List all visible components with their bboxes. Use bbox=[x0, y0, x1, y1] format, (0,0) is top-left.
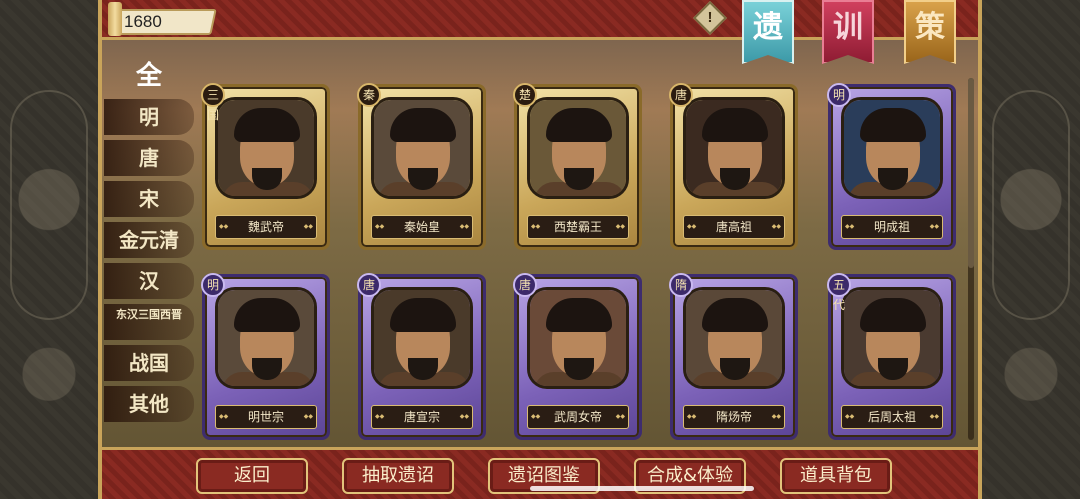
emperor-portrait bbox=[683, 97, 785, 199]
item-bag-button[interactable]: 道具背包 bbox=[780, 458, 892, 494]
currency-value: 1680 bbox=[124, 12, 162, 31]
banner-yi[interactable]: 遗 bbox=[742, 0, 794, 64]
dynasty-badge: 唐 bbox=[513, 273, 537, 297]
emperor-name: 明成祖 bbox=[841, 215, 943, 239]
emperor-card[interactable]: 秦秦始皇 bbox=[357, 83, 486, 250]
back-button[interactable]: 返回 bbox=[196, 458, 308, 494]
dynasty-tabs: 全 明 唐 宋 金元清 汉 东汉三国西晋 战国 其他 bbox=[104, 58, 194, 427]
emperor-card[interactable]: 唐唐宣宗 bbox=[357, 273, 486, 440]
tab-other[interactable]: 其他 bbox=[104, 386, 194, 422]
tab-all[interactable]: 全 bbox=[104, 58, 194, 94]
dynasty-badge: 三国 bbox=[201, 83, 225, 122]
tab-donghan-sanguo-xijin[interactable]: 东汉三国西晋 bbox=[104, 304, 194, 340]
emperor-portrait bbox=[683, 287, 785, 389]
emperor-card[interactable]: 明明世宗 bbox=[201, 273, 330, 440]
emperor-portrait bbox=[215, 287, 317, 389]
emperor-portrait bbox=[215, 97, 317, 199]
emperor-name: 武周女帝 bbox=[527, 405, 629, 429]
dynasty-badge: 明 bbox=[827, 83, 851, 107]
emperor-portrait bbox=[841, 97, 943, 199]
emperor-card[interactable]: 唐武周女帝 bbox=[513, 273, 642, 440]
emperor-card[interactable]: 五代后周太祖 bbox=[827, 273, 956, 440]
emperor-portrait bbox=[371, 287, 473, 389]
draw-edict-button[interactable]: 抽取遗诏 bbox=[342, 458, 454, 494]
emperor-name: 明世宗 bbox=[215, 405, 317, 429]
emperor-name: 隋炀帝 bbox=[683, 405, 785, 429]
tab-jin-yuan-qing[interactable]: 金元清 bbox=[104, 222, 194, 258]
emperor-card[interactable]: 唐唐高祖 bbox=[669, 83, 798, 250]
emperor-card[interactable]: 明明成祖 bbox=[827, 83, 956, 250]
emperor-name: 唐宣宗 bbox=[371, 405, 473, 429]
banner-xun[interactable]: 训 bbox=[822, 0, 874, 64]
emperor-name: 唐高祖 bbox=[683, 215, 785, 239]
dynasty-badge: 唐 bbox=[669, 83, 693, 107]
tab-zhanguo[interactable]: 战国 bbox=[104, 345, 194, 381]
emperor-portrait bbox=[371, 97, 473, 199]
tab-han[interactable]: 汉 bbox=[104, 263, 194, 299]
emperor-card[interactable]: 隋隋炀帝 bbox=[669, 273, 798, 440]
dynasty-badge: 楚 bbox=[513, 83, 537, 107]
dynasty-badge: 隋 bbox=[669, 273, 693, 297]
main-frame: 1680 ! 遗 训 策 全 明 唐 宋 金元清 汉 东汉三国西晋 战国 其他 … bbox=[98, 0, 982, 499]
dynasty-badge: 唐 bbox=[357, 273, 381, 297]
emperor-card-grid: 三国魏武帝秦秦始皇楚西楚霸王唐唐高祖明明成祖明明世宗唐唐宣宗唐武周女帝隋隋炀帝五… bbox=[201, 83, 972, 446]
left-dragon-panel bbox=[0, 0, 100, 499]
dynasty-badge: 五代 bbox=[827, 273, 851, 312]
grid-scrollbar[interactable] bbox=[968, 78, 974, 440]
scroll-currency-icon bbox=[108, 2, 122, 36]
emperor-name: 魏武帝 bbox=[215, 215, 317, 239]
scrollbar-thumb[interactable] bbox=[968, 78, 974, 268]
emperor-card[interactable]: 楚西楚霸王 bbox=[513, 83, 642, 250]
dynasty-badge: 秦 bbox=[357, 83, 381, 107]
emperor-portrait bbox=[527, 97, 629, 199]
tab-song[interactable]: 宋 bbox=[104, 181, 194, 217]
emperor-portrait bbox=[841, 287, 943, 389]
emperor-name: 后周太祖 bbox=[841, 405, 943, 429]
emperor-card[interactable]: 三国魏武帝 bbox=[201, 83, 330, 250]
right-dragon-panel bbox=[980, 0, 1080, 499]
home-indicator bbox=[530, 486, 754, 491]
emperor-name: 西楚霸王 bbox=[527, 215, 629, 239]
dynasty-badge: 明 bbox=[201, 273, 225, 297]
banner-ce[interactable]: 策 bbox=[904, 0, 956, 64]
emperor-portrait bbox=[527, 287, 629, 389]
emperor-name: 秦始皇 bbox=[371, 215, 473, 239]
tab-tang[interactable]: 唐 bbox=[104, 140, 194, 176]
tab-ming[interactable]: 明 bbox=[104, 99, 194, 135]
